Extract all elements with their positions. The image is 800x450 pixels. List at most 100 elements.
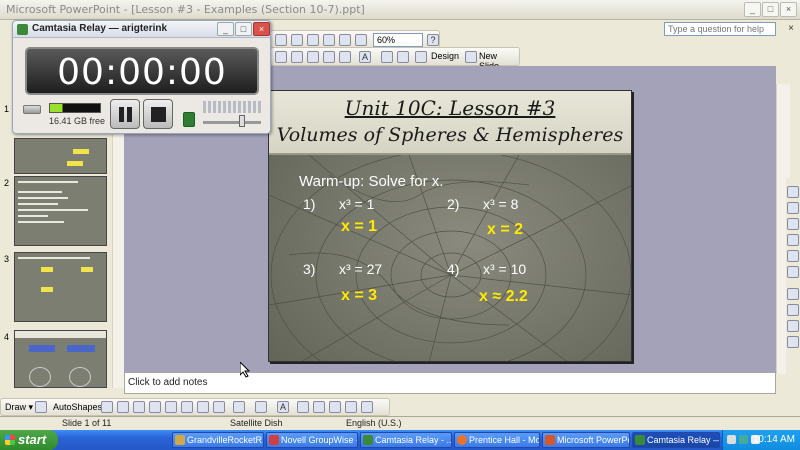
- camtasia-icon: [17, 24, 28, 35]
- dash-style-icon[interactable]: [313, 401, 325, 413]
- slide-thumbnail-1[interactable]: [14, 138, 107, 174]
- maximize-button[interactable]: □: [762, 2, 779, 17]
- firefox-icon: [457, 435, 467, 445]
- fill-color-icon[interactable]: [233, 401, 245, 413]
- relay-minimize-button[interactable]: _: [217, 22, 234, 36]
- help-search-input[interactable]: [664, 22, 776, 36]
- relay-controls: 16.41 GB free: [13, 99, 270, 133]
- problem-number: 2): [447, 196, 460, 212]
- taskbar-item-active[interactable]: Camtasia Relay — ...: [632, 432, 720, 448]
- notes-pane[interactable]: Click to add notes: [124, 372, 776, 394]
- disk-icon: [23, 105, 41, 114]
- mouse-cursor-icon: [240, 362, 250, 378]
- zoom-select[interactable]: [373, 33, 423, 47]
- copy-icon[interactable]: [275, 34, 287, 46]
- tool-icon[interactable]: [787, 320, 799, 332]
- shadow-icon[interactable]: [381, 51, 393, 63]
- slide-thumbnail-4[interactable]: [14, 330, 107, 388]
- volume-track: [203, 121, 261, 124]
- chart-icon[interactable]: [323, 34, 335, 46]
- design-button[interactable]: Design: [431, 51, 459, 61]
- task-pane-toolbar: [786, 178, 800, 388]
- design-icon[interactable]: [415, 51, 427, 63]
- network-icon[interactable]: [739, 435, 748, 444]
- relay-title-bar[interactable]: Camtasia Relay — arigterink _ □ ×: [13, 21, 270, 38]
- options-icon[interactable]: [397, 51, 409, 63]
- language-indicator: English (U.S.): [346, 418, 402, 428]
- font-color-icon[interactable]: A: [359, 51, 371, 63]
- pause-button[interactable]: [110, 99, 140, 129]
- tool-icon[interactable]: [787, 202, 799, 214]
- help-icon[interactable]: ?: [427, 34, 439, 46]
- arrow-style-icon[interactable]: [329, 401, 341, 413]
- line-icon[interactable]: [101, 401, 113, 413]
- taskbar-item[interactable]: Microsoft PowerPoi...: [542, 432, 630, 448]
- problem-equation: x³ = 10: [483, 261, 527, 277]
- tool-icon[interactable]: [787, 234, 799, 246]
- slide-thumbnail-3[interactable]: [14, 252, 107, 322]
- problem-answer: x = 2: [487, 221, 524, 238]
- slide-thumbnail-2[interactable]: [14, 176, 107, 246]
- taskbar-item[interactable]: Prentice Hall - Mozil...: [454, 432, 540, 448]
- relay-window-title: Camtasia Relay — arigterink: [32, 23, 168, 34]
- slide-subtitle: Volumes of Spheres & Hemispheres: [276, 124, 624, 146]
- tool-icon[interactable]: [787, 304, 799, 316]
- tool-icon[interactable]: [787, 266, 799, 278]
- line-color-icon[interactable]: [255, 401, 267, 413]
- current-slide[interactable]: Unit 10C: Lesson #3 Volumes of Spheres &…: [268, 90, 632, 362]
- oval-icon[interactable]: [149, 401, 161, 413]
- superscript-icon[interactable]: [275, 51, 287, 63]
- stop-button[interactable]: [143, 99, 173, 129]
- clipart-icon[interactable]: [213, 401, 225, 413]
- drawing-toolbar: Draw ▾ AutoShapes ▾ A: [0, 398, 390, 416]
- tool-icon[interactable]: [787, 186, 799, 198]
- problem-number: 4): [447, 261, 460, 277]
- select-objects-icon[interactable]: [35, 401, 47, 413]
- taskbar-item[interactable]: Novell GroupWise -...: [266, 432, 358, 448]
- tool-icon[interactable]: [787, 250, 799, 262]
- microphone-icon[interactable]: [183, 112, 195, 127]
- close-icon[interactable]: ×: [788, 23, 794, 34]
- slide-title: Unit 10C: Lesson #3: [344, 96, 556, 120]
- recording-timer: 00:00:00: [57, 52, 227, 93]
- 3d-style-icon[interactable]: [361, 401, 373, 413]
- bullets-icon[interactable]: [307, 51, 319, 63]
- table-icon[interactable]: [339, 34, 351, 46]
- volume-slider[interactable]: [203, 99, 263, 131]
- recording-timer-panel: 00:00:00: [25, 47, 259, 95]
- problem-answer: x = 3: [341, 287, 378, 304]
- start-button[interactable]: start: [0, 430, 58, 450]
- wordart-icon[interactable]: [181, 401, 193, 413]
- system-tray: 10:14 AM: [722, 430, 800, 450]
- rectangle-icon[interactable]: [133, 401, 145, 413]
- minimize-button[interactable]: _: [744, 2, 761, 17]
- audio-level-meter: [49, 103, 101, 113]
- draw-menu-button[interactable]: Draw ▾: [5, 402, 33, 413]
- close-button[interactable]: ×: [780, 2, 797, 17]
- shadow-style-icon[interactable]: [345, 401, 357, 413]
- numbering-icon[interactable]: [291, 51, 303, 63]
- volume-thumb[interactable]: [239, 115, 246, 127]
- tool-icon[interactable]: [787, 336, 799, 348]
- diagram-icon[interactable]: [197, 401, 209, 413]
- decrease-indent-icon[interactable]: [323, 51, 335, 63]
- taskbar-item[interactable]: Camtasia Relay - ...: [360, 432, 452, 448]
- grid-icon[interactable]: [355, 34, 367, 46]
- taskbar-item[interactable]: GrandvilleRocketR...: [172, 432, 264, 448]
- paste-icon[interactable]: [291, 34, 303, 46]
- problem-number: 1): [303, 196, 316, 212]
- relay-close-button[interactable]: ×: [253, 22, 270, 36]
- new-slide-icon[interactable]: [465, 51, 477, 63]
- tool-icon[interactable]: [787, 288, 799, 300]
- relay-maximize-button[interactable]: □: [235, 22, 252, 36]
- arrow-icon[interactable]: [117, 401, 129, 413]
- tray-arrow-icon[interactable]: [727, 435, 736, 444]
- status-bar: Slide 1 of 11 Satellite Dish English (U.…: [0, 416, 800, 430]
- tool-icon[interactable]: [787, 218, 799, 230]
- undo-icon[interactable]: [307, 34, 319, 46]
- font-color-icon[interactable]: A: [277, 401, 289, 413]
- start-label: start: [18, 432, 47, 447]
- increase-indent-icon[interactable]: [339, 51, 351, 63]
- line-style-icon[interactable]: [297, 401, 309, 413]
- textbox-icon[interactable]: [165, 401, 177, 413]
